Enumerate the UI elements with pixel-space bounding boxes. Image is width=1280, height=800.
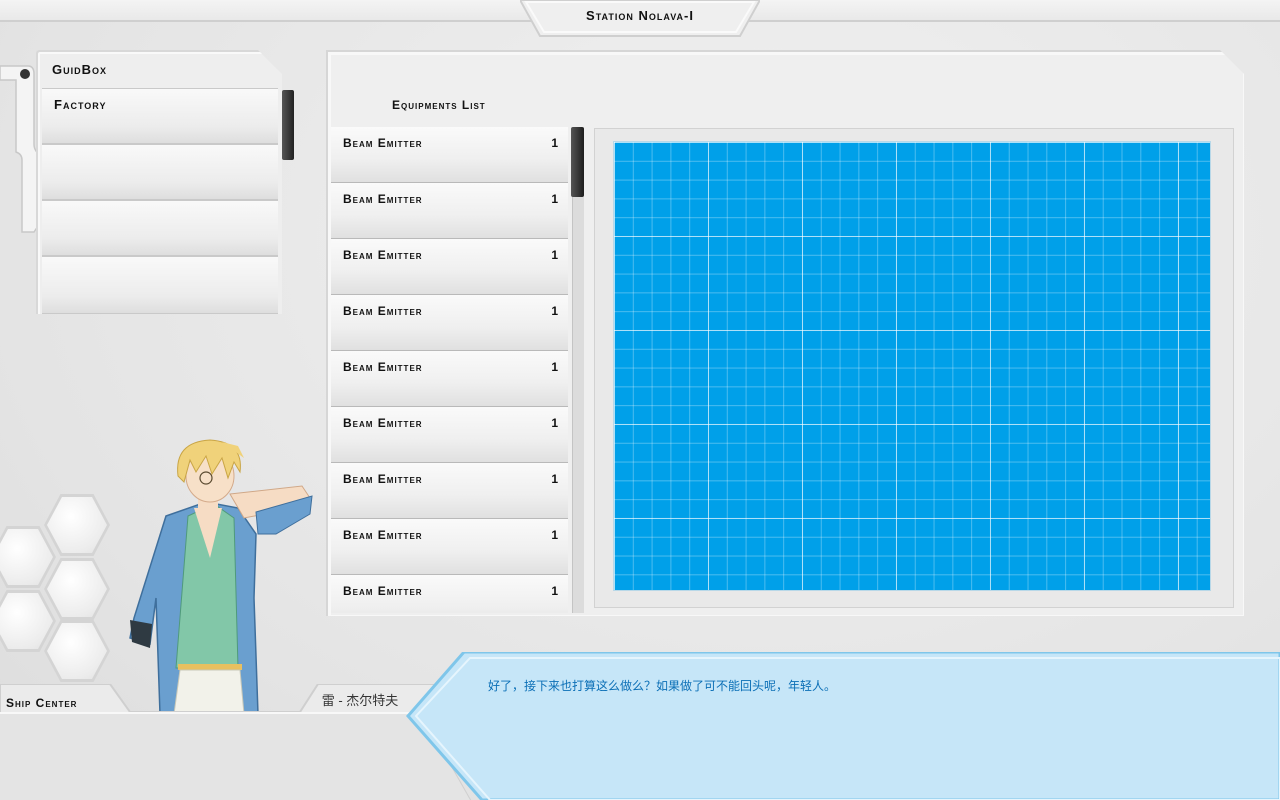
equipment-list-item[interactable]: Beam Emitter 1 [331, 127, 568, 183]
equipment-name: Beam Emitter [343, 136, 423, 150]
hex-slot[interactable] [0, 526, 56, 588]
equipment-name: Beam Emitter [343, 304, 423, 318]
equipment-name: Beam Emitter [343, 192, 423, 206]
equipment-list-item[interactable]: Beam Emitter 1 [331, 407, 568, 463]
guidbox-panel: GuidBox Factory [36, 50, 282, 314]
bracket-screw-icon [20, 69, 30, 79]
hex-slot[interactable] [44, 620, 110, 682]
guidbox-header: GuidBox [52, 62, 108, 77]
equipment-name: Beam Emitter [343, 472, 423, 486]
equipment-qty: 1 [551, 472, 558, 486]
equipment-list: Beam Emitter 1 Beam Emitter 1 Beam Emitt… [331, 127, 568, 613]
menu-item-empty[interactable] [42, 200, 278, 256]
equipment-list-item[interactable]: Beam Emitter 1 [331, 351, 568, 407]
equipment-list-item[interactable]: Beam Emitter 1 [331, 295, 568, 351]
equipment-list-item[interactable]: Beam Emitter 1 [331, 575, 568, 613]
equipment-name: Beam Emitter [343, 528, 423, 542]
equipment-qty: 1 [551, 248, 558, 262]
equipment-qty: 1 [551, 584, 558, 598]
equipment-list-scrollbar-thumb[interactable] [571, 127, 584, 197]
menu-item-label: Factory [54, 97, 107, 112]
equipment-list-item[interactable]: Beam Emitter 1 [331, 239, 568, 295]
menu-item-empty[interactable] [42, 256, 278, 314]
dialog-box[interactable] [406, 652, 1280, 800]
station-title: Station Nolava-I [586, 8, 694, 23]
equipment-name: Beam Emitter [343, 584, 423, 598]
equipment-qty: 1 [551, 192, 558, 206]
hex-slot[interactable] [44, 494, 110, 556]
equipment-name: Beam Emitter [343, 360, 423, 374]
character-portrait [129, 439, 313, 714]
dialog-text: 好了，接下来也打算这么做么？如果做了可不能回头呢，年轻人。 [488, 679, 837, 693]
equipments-list-title: Equipments List [392, 98, 486, 112]
ship-center-label[interactable]: Ship Center [6, 696, 77, 710]
equipment-list-item[interactable]: Beam Emitter 1 [331, 183, 568, 239]
speaker-name: 雷 - 杰尔特夫 [321, 693, 399, 708]
menu-item-factory[interactable]: Factory [42, 88, 278, 144]
equipment-qty: 1 [551, 304, 558, 318]
menu-scrollbar-thumb[interactable] [282, 90, 294, 160]
equipment-qty: 1 [551, 360, 558, 374]
equipment-list-scrollbar[interactable] [572, 127, 584, 613]
blueprint-grid[interactable] [614, 142, 1210, 590]
menu-item-empty[interactable] [42, 144, 278, 200]
title-tab: Station Nolava-I [520, 0, 760, 38]
equipment-list-item[interactable]: Beam Emitter 1 [331, 463, 568, 519]
equipment-qty: 1 [551, 528, 558, 542]
equipment-list-item[interactable]: Beam Emitter 1 [331, 519, 568, 575]
equipment-qty: 1 [551, 136, 558, 150]
equipment-name: Beam Emitter [343, 248, 423, 262]
hex-slot[interactable] [44, 558, 110, 620]
equipment-qty: 1 [551, 416, 558, 430]
equipment-name: Beam Emitter [343, 416, 423, 430]
hex-slot[interactable] [0, 590, 56, 652]
